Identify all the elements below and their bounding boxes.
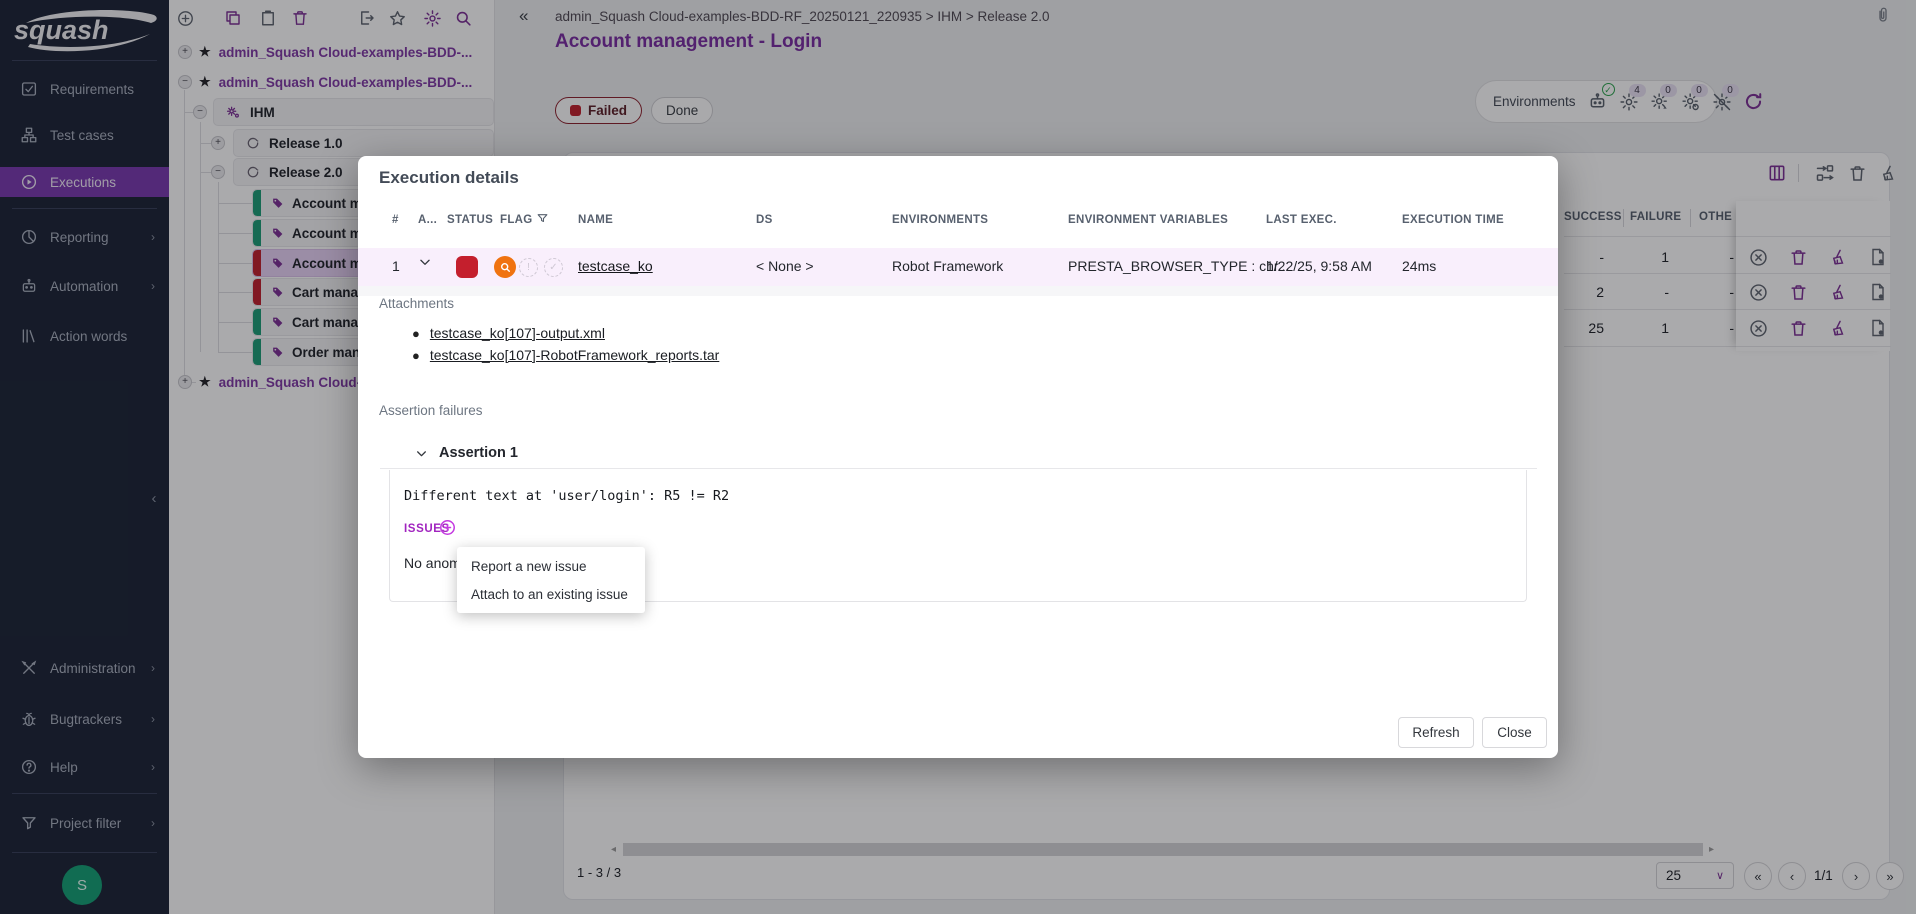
- no-issue-text: No anom: [404, 555, 461, 571]
- col-num: #: [392, 214, 399, 226]
- row-last-exec: 1/22/25, 9:58 AM: [1266, 258, 1372, 274]
- flag-filter-icon[interactable]: [536, 212, 549, 225]
- divider: [380, 468, 1537, 469]
- issue-context-menu: Report a new issue Attach to an existing…: [457, 547, 645, 613]
- row-ds: < None >: [756, 258, 814, 274]
- execution-name-link[interactable]: testcase_ko: [578, 258, 653, 274]
- attachment-item: ● testcase_ko[107]-output.xml: [412, 325, 605, 341]
- col-status: STATUS: [447, 214, 493, 226]
- col-env-vars: ENVIRONMENT VARIABLES: [1068, 214, 1228, 226]
- assertion-failures-label: Assertion failures: [379, 403, 483, 418]
- col-last-exec: LAST EXEC.: [1266, 214, 1337, 226]
- row-exec-time: 24ms: [1402, 258, 1436, 274]
- assertion-name: Assertion 1: [439, 445, 518, 461]
- row-env-vars: PRESTA_BROWSER_TYPE : chr...: [1068, 258, 1289, 274]
- chevron-down-icon: [415, 447, 428, 460]
- flag-warning-placeholder-icon[interactable]: !: [519, 258, 538, 277]
- row-environments: Robot Framework: [892, 258, 1003, 274]
- col-flag: FLAG: [500, 214, 533, 226]
- row-expand-icon[interactable]: [418, 255, 432, 269]
- col-environments: ENVIRONMENTS: [892, 214, 988, 226]
- attachments-label: Attachments: [379, 296, 454, 311]
- execution-details-modal: Execution details # A... STATUS FLAG NAM…: [358, 156, 1558, 758]
- attachment-item: ● testcase_ko[107]-RobotFramework_report…: [412, 347, 719, 363]
- menu-item-report-new-issue[interactable]: Report a new issue: [457, 552, 645, 580]
- col-name: NAME: [578, 214, 613, 226]
- bullet: ●: [412, 326, 420, 341]
- col-auto: A...: [418, 214, 437, 226]
- attachment-link[interactable]: testcase_ko[107]-RobotFramework_reports.…: [430, 347, 719, 363]
- assertion-message: Different text at 'user/login': R5 != R2: [404, 488, 729, 504]
- app-root: « admin_Squash Cloud-examples-BDD-RF_202…: [0, 0, 1916, 914]
- flag-check-placeholder-icon[interactable]: ✓: [544, 258, 563, 277]
- bullet: ●: [412, 348, 420, 363]
- attachment-link[interactable]: testcase_ko[107]-output.xml: [430, 325, 605, 341]
- modal-title: Execution details: [379, 168, 519, 188]
- close-button[interactable]: Close: [1482, 717, 1547, 748]
- row-band: [358, 286, 1558, 296]
- col-exec-time: EXECUTION TIME: [1402, 214, 1504, 226]
- add-issue-icon[interactable]: [438, 518, 457, 537]
- row-num: 1: [392, 258, 400, 274]
- status-failed-icon: [456, 256, 478, 278]
- col-ds: DS: [756, 214, 773, 226]
- refresh-button[interactable]: Refresh: [1398, 717, 1474, 748]
- assertion-header[interactable]: Assertion 1: [415, 445, 518, 461]
- menu-item-attach-existing-issue[interactable]: Attach to an existing issue: [457, 580, 645, 608]
- flag-review-icon[interactable]: [494, 256, 516, 278]
